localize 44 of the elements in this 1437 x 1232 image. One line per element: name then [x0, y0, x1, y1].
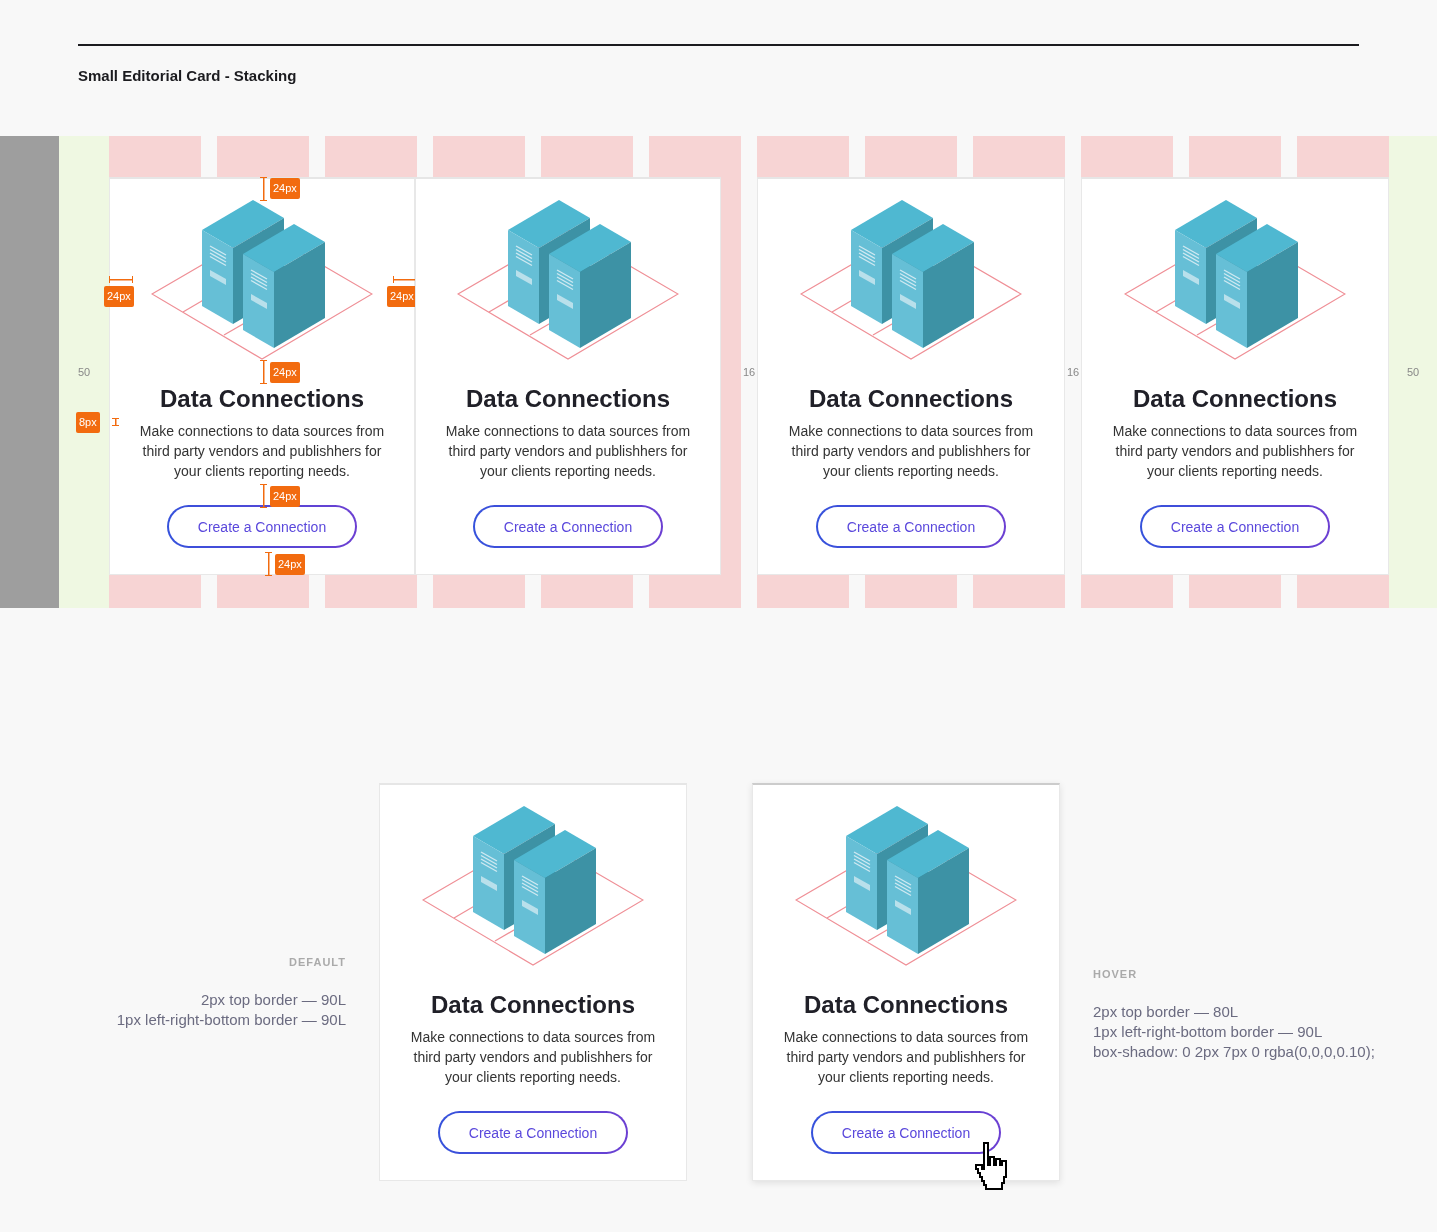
card-title: Data Connections — [466, 384, 670, 413]
spacing-badge: 24px — [270, 486, 300, 507]
card-title: Data Connections — [160, 384, 364, 413]
card-title: Data Connections — [809, 384, 1013, 413]
spacing-badge: 24px — [270, 362, 300, 383]
gutter-label: 16 — [1066, 366, 1080, 378]
create-connection-button[interactable]: Create a Connection — [811, 1111, 1001, 1154]
spacing-badge: 8px — [76, 412, 100, 433]
create-connection-button[interactable]: Create a Connection — [473, 505, 663, 548]
card-description: Make connections to data sources from third party vendors and publishhers for your clients reporting needs. — [1111, 422, 1359, 481]
spacing-marker — [265, 552, 272, 576]
spacing-marker — [393, 276, 417, 283]
spec-note: 2px top border — 80L — [1093, 1002, 1240, 1022]
spec-note: 1px left-right-bottom border — 90L — [1093, 1022, 1324, 1042]
card-description: Make connections to data sources from third party vendors and publishhers for your clients reporting needs. — [782, 1028, 1030, 1087]
state-label: HOVER — [1093, 968, 1139, 980]
card-title: Data Connections — [431, 990, 635, 1019]
spacing-badge: 24px — [387, 286, 417, 307]
card-title: Data Connections — [804, 990, 1008, 1019]
create-connection-button[interactable]: Create a Connection — [167, 505, 357, 548]
state-label: DEFAULT — [288, 956, 346, 968]
spacing-badge: 24px — [270, 178, 300, 199]
spacing-marker — [109, 276, 133, 283]
spec-note: box-shadow: 0 2px 7px 0 rgba(0,0,0,0.10); — [1093, 1042, 1375, 1062]
margin-label: 50 — [1406, 366, 1420, 378]
create-connection-button[interactable]: Create a Connection — [816, 505, 1006, 548]
spacing-badge: 24px — [104, 286, 134, 307]
spec-note: 2px top border — 90L — [199, 990, 346, 1010]
card-description: Make connections to data sources from third party vendors and publishhers for your clients reporting needs. — [409, 1028, 657, 1087]
spacing-marker — [112, 418, 119, 426]
spacing-marker — [260, 360, 267, 384]
spacing-marker — [260, 177, 267, 201]
spacing-badge: 24px — [275, 554, 305, 575]
margin-label: 50 — [77, 366, 91, 378]
spacing-marker — [260, 484, 267, 508]
card-description: Make connections to data sources from third party vendors and publishhers for your clients reporting needs. — [138, 422, 386, 481]
gutter-label: 16 — [742, 366, 756, 378]
create-connection-button[interactable]: Create a Connection — [1140, 505, 1330, 548]
card-description: Make connections to data sources from third party vendors and publishhers for your clients reporting needs. — [444, 422, 692, 481]
create-connection-button[interactable]: Create a Connection — [438, 1111, 628, 1154]
card-title: Data Connections — [1133, 384, 1337, 413]
card-description: Make connections to data sources from third party vendors and publishhers for your clients reporting needs. — [787, 422, 1035, 481]
spec-note: 1px left-right-bottom border — 90L — [115, 1010, 346, 1030]
section-title: Small Editorial Card - Stacking — [78, 44, 1359, 87]
